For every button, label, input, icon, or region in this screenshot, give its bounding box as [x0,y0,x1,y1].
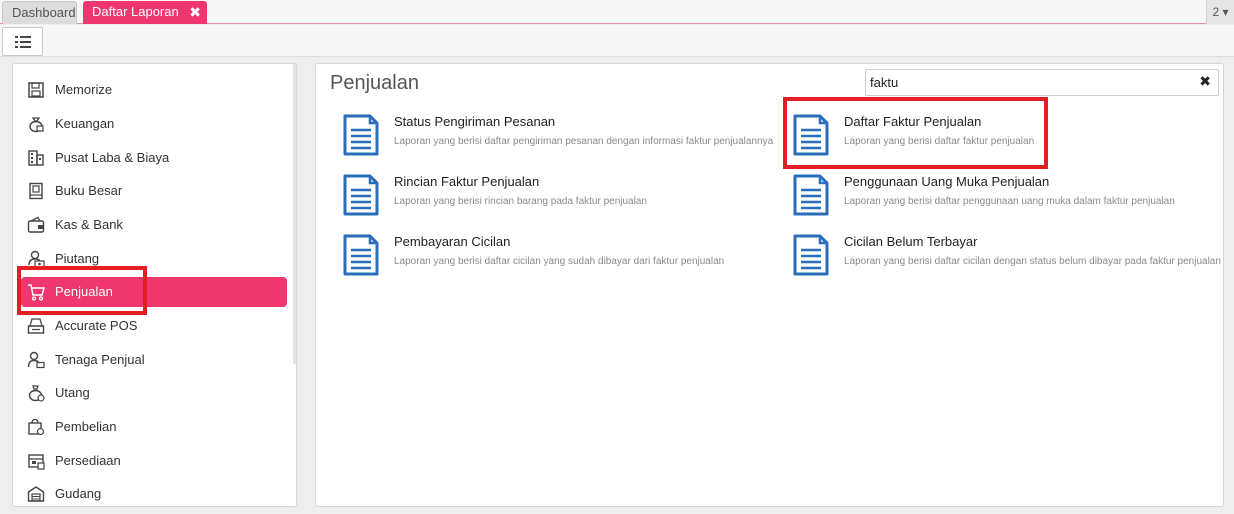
document-icon [343,114,379,156]
toolbar [0,25,1234,57]
report-item-status-pengiriman-pesanan[interactable]: Status Pengiriman Pesanan Laporan yang b… [342,113,774,169]
sidebar-item-buku-besar[interactable]: Buku Besar [21,176,287,206]
report-item-cicilan-belum-terbayar[interactable]: Cicilan Belum Terbayar Laporan yang beri… [792,233,1222,289]
sidebar-item-penjualan[interactable]: Penjualan [21,277,287,307]
search-input[interactable] [870,73,1190,92]
report-item-pembayaran-cicilan[interactable]: Pembayaran Cicilan Laporan yang berisi d… [342,233,772,289]
sidebar-item-label: Piutang [55,251,100,266]
sidebar-item-label: Pusat Laba & Biaya [55,150,170,165]
tab-dashboard-label: Dashboard [12,5,76,20]
sidebar-item-pusat-laba-biaya[interactable]: Pusat Laba & Biaya [21,143,287,173]
tab-bar: Dashboard Daftar Laporan ✖ 2 ▾ [0,0,1234,24]
report-title: Status Pengiriman Pesanan [394,114,556,129]
sidebar-item-gudang[interactable]: Gudang [21,479,287,506]
report-description: Laporan yang berisi daftar pengiriman pe… [394,136,774,147]
sidebar-item-memorize[interactable]: Memorize [21,75,287,105]
report-category-sidebar: Memorize Keuangan Pusat Laba & Biaya Buk… [12,63,297,507]
report-item-daftar-faktur-penjualan[interactable]: Daftar Faktur Penjualan Laporan yang ber… [792,113,1222,169]
tab-daftar-laporan[interactable]: Daftar Laporan ✖ [83,1,207,24]
report-list-panel: Penjualan ✖ Status Pengiriman Pesanan La… [315,63,1224,507]
ledger-book-icon [29,182,43,200]
sidebar-item-label: Memorize [55,82,113,97]
sidebar-item-kas-bank[interactable]: Kas & Bank [21,210,287,240]
sidebar-item-label: Tenaga Penjual [55,352,145,367]
page-title: Penjualan [330,72,419,94]
inventory-box-icon [28,454,45,470]
sidebar-scrollbar[interactable] [293,64,296,364]
sidebar-item-label: Keuangan [55,116,115,131]
report-title: Rincian Faktur Penjualan [394,174,540,189]
wallet-icon [27,216,45,233]
sidebar-item-persediaan[interactable]: Persediaan [21,446,287,476]
list-view-button[interactable] [2,27,43,56]
report-title: Penggunaan Uang Muka Penjualan [844,174,1050,189]
salesperson-icon [27,351,45,369]
list-icon [15,36,31,48]
money-bag-icon [29,117,44,133]
warehouse-icon [27,486,45,502]
close-icon[interactable]: ✖ [189,1,201,23]
report-item-penggunaan-uang-muka-penjualan[interactable]: Penggunaan Uang Muka Penjualan Laporan y… [792,173,1222,229]
tab-counter-dropdown[interactable]: 2 ▾ [1206,0,1234,24]
report-title: Daftar Faktur Penjualan [844,114,982,129]
report-title: Cicilan Belum Terbayar [844,234,978,249]
document-icon [793,114,829,156]
report-description: Laporan yang berisi rincian barang pada … [394,196,647,207]
document-icon [343,234,379,276]
report-description: Laporan yang berisi daftar cicilan yang … [394,256,725,267]
floppy-disk-icon [28,82,44,98]
report-item-rincian-faktur-penjualan[interactable]: Rincian Faktur Penjualan Laporan yang be… [342,173,772,229]
document-icon [343,174,379,216]
report-title: Pembayaran Cicilan [394,234,511,249]
search-box: ✖ [865,69,1219,96]
tab-daftar-laporan-label: Daftar Laporan [92,4,179,19]
document-icon [793,174,829,216]
report-description: Laporan yang berisi daftar penggunaan ua… [844,196,1175,207]
sidebar-item-piutang[interactable]: Piutang [21,244,287,274]
sidebar-item-tenaga-penjual[interactable]: Tenaga Penjual [21,345,287,375]
clear-search-icon[interactable]: ✖ [1199,73,1211,90]
payable-icon [28,385,45,402]
sidebar-item-label: Buku Besar [55,183,123,198]
sidebar-item-label: Accurate POS [55,318,138,333]
sidebar-item-label: Penjualan [55,284,113,299]
sidebar-item-label: Utang [55,385,90,400]
sidebar-item-label: Kas & Bank [55,217,123,232]
tab-dashboard[interactable]: Dashboard [2,1,77,24]
cart-icon [28,284,45,301]
sidebar-item-keuangan[interactable]: Keuangan [21,109,287,139]
receivable-icon [28,250,45,268]
report-description: Laporan yang berisi daftar faktur penjua… [844,136,1035,147]
sidebar-item-label: Gudang [55,486,102,501]
building-icon [28,150,44,166]
report-description: Laporan yang berisi daftar cicilan denga… [844,256,1221,267]
purchase-bag-icon [28,418,45,436]
sidebar-item-utang[interactable]: Utang [21,378,287,408]
document-icon [793,234,829,276]
sidebar-item-label: Persediaan [55,453,121,468]
sidebar-item-pembelian[interactable]: Pembelian [21,412,287,442]
sidebar-item-accurate-pos[interactable]: Accurate POS [21,311,287,341]
pos-icon [27,318,45,334]
sidebar-item-label: Pembelian [55,419,117,434]
